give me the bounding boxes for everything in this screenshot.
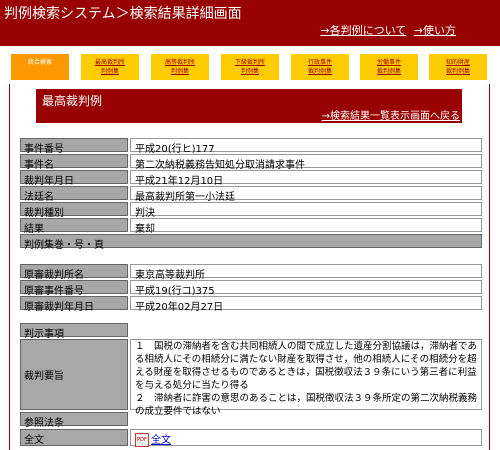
about-cases-link[interactable]: →各判例について bbox=[320, 24, 406, 37]
tab-integrated-search[interactable]: 統合検索 bbox=[11, 54, 69, 80]
row-original-date: 原審裁判年月日 平成20年02月27日 bbox=[20, 296, 482, 313]
full-text-label: 全文 bbox=[20, 429, 128, 446]
tab-label: 判例集 bbox=[240, 68, 259, 75]
tab-label: 最高裁判所 bbox=[94, 59, 125, 66]
tab-label: 判例集 bbox=[100, 68, 119, 75]
original-date-label: 原審裁判年月日 bbox=[20, 296, 128, 313]
tab-label: 判例集 bbox=[170, 68, 189, 75]
tab-administrative[interactable]: 行政事件 裁判例集 bbox=[291, 54, 349, 80]
case-number-label: 事件番号 bbox=[20, 138, 128, 155]
site-header: 判例検索システム＞検索結果詳細画面 →各判例について →使い方 bbox=[0, 0, 500, 46]
row-result: 結果 棄却 bbox=[20, 218, 482, 235]
judgment-type-value: 判決 bbox=[130, 202, 482, 219]
tab-label: 知的財産 bbox=[445, 59, 470, 66]
section-header: 最高裁判例 →検索結果一覧表示画面へ戻る bbox=[36, 89, 462, 123]
full-text-cell: PDF 全文 bbox=[130, 429, 482, 447]
tab-label: 高等裁判所 bbox=[164, 59, 195, 66]
row-decision-date: 裁判年月日 平成21年12月10日 bbox=[20, 170, 482, 187]
decision-date-label: 裁判年月日 bbox=[20, 170, 128, 187]
court-value: 最高裁判所第一小法廷 bbox=[130, 186, 482, 203]
original-date-value: 平成20年02月27日 bbox=[130, 296, 482, 313]
tab-label: 行政事件 bbox=[307, 59, 332, 66]
row-judgment-type: 裁判種別 判決 bbox=[20, 202, 482, 219]
nav-tabs: 統合検索 最高裁判所 判例集 高等裁判所 判例集 下級裁判所 判例集 行政事件 … bbox=[0, 46, 500, 84]
tab-label: 裁判例集 bbox=[307, 68, 332, 75]
case-name-label: 事件名 bbox=[20, 154, 128, 171]
summary-value: １ 国税の滞納者を含む共同相続人の間で成立した遺産分割協議は，滞納者である相続人… bbox=[130, 339, 482, 417]
original-case-number-label: 原審事件番号 bbox=[20, 280, 128, 297]
case-name-value: 第二次納税義務告知処分取消請求事件 bbox=[130, 154, 482, 171]
court-label: 法廷名 bbox=[20, 186, 128, 203]
holding-label: 判示事項 bbox=[20, 323, 128, 340]
tab-label: 裁判例集 bbox=[376, 68, 401, 75]
tab-label: 労働事件 bbox=[376, 59, 401, 66]
tab-label: 裁判例集 bbox=[445, 68, 470, 75]
original-case-number-value: 平成19(行コ)375 bbox=[130, 280, 482, 297]
tab-intellectual-property[interactable]: 知的財産 裁判例集 bbox=[429, 54, 487, 80]
row-holding: 判示事項 bbox=[20, 323, 482, 340]
statutes-label: 参照法条 bbox=[20, 412, 128, 429]
original-court-label: 原審裁判所名 bbox=[20, 264, 128, 281]
full-text-link[interactable]: 全文 bbox=[151, 435, 171, 446]
result-label: 結果 bbox=[20, 218, 128, 235]
row-court: 法廷名 最高裁判所第一小法廷 bbox=[20, 186, 482, 203]
result-value: 棄却 bbox=[130, 218, 482, 235]
tab-lower-court[interactable]: 下級裁判所 判例集 bbox=[221, 54, 279, 80]
row-case-number: 事件番号 平成20(行ヒ)177 bbox=[20, 138, 482, 155]
row-statutes: 参照法条 bbox=[20, 412, 482, 429]
tab-supreme-court[interactable]: 最高裁判所 判例集 bbox=[81, 54, 139, 80]
tab-high-court[interactable]: 高等裁判所 判例集 bbox=[151, 54, 209, 80]
row-reporter: 判例集巻・号・頁 bbox=[20, 234, 482, 251]
tab-labor[interactable]: 労働事件 裁判例集 bbox=[360, 54, 418, 80]
original-court-value: 東京高等裁判所 bbox=[130, 264, 482, 281]
back-to-results-link[interactable]: →検索結果一覧表示画面へ戻る bbox=[322, 107, 460, 122]
row-summary: 裁判要旨 １ 国税の滞納者を含む共同相続人の間で成立した遺産分割協議は，滞納者で… bbox=[20, 339, 482, 417]
tab-label: 統合検索 bbox=[27, 59, 52, 66]
case-number-value: 平成20(行ヒ)177 bbox=[130, 138, 482, 155]
decision-date-value: 平成21年12月10日 bbox=[130, 170, 482, 187]
judgment-type-label: 裁判種別 bbox=[20, 202, 128, 219]
pdf-icon[interactable]: PDF bbox=[135, 433, 149, 447]
row-original-case-number: 原審事件番号 平成19(行コ)375 bbox=[20, 280, 482, 297]
row-case-name: 事件名 第二次納税義務告知処分取消請求事件 bbox=[20, 154, 482, 171]
header-links: →各判例について →使い方 bbox=[320, 22, 456, 38]
row-full-text: 全文 PDF 全文 bbox=[20, 429, 482, 447]
how-to-use-link[interactable]: →使い方 bbox=[414, 24, 456, 37]
section-title: 最高裁判例 bbox=[42, 94, 103, 108]
reporter-label: 判例集巻・号・頁 bbox=[20, 234, 482, 251]
row-original-court: 原審裁判所名 東京高等裁判所 bbox=[20, 264, 482, 281]
tab-label: 下級裁判所 bbox=[234, 59, 265, 66]
site-title: 判例検索システム＞検索結果詳細画面 bbox=[4, 6, 242, 22]
summary-label: 裁判要旨 bbox=[20, 339, 128, 410]
